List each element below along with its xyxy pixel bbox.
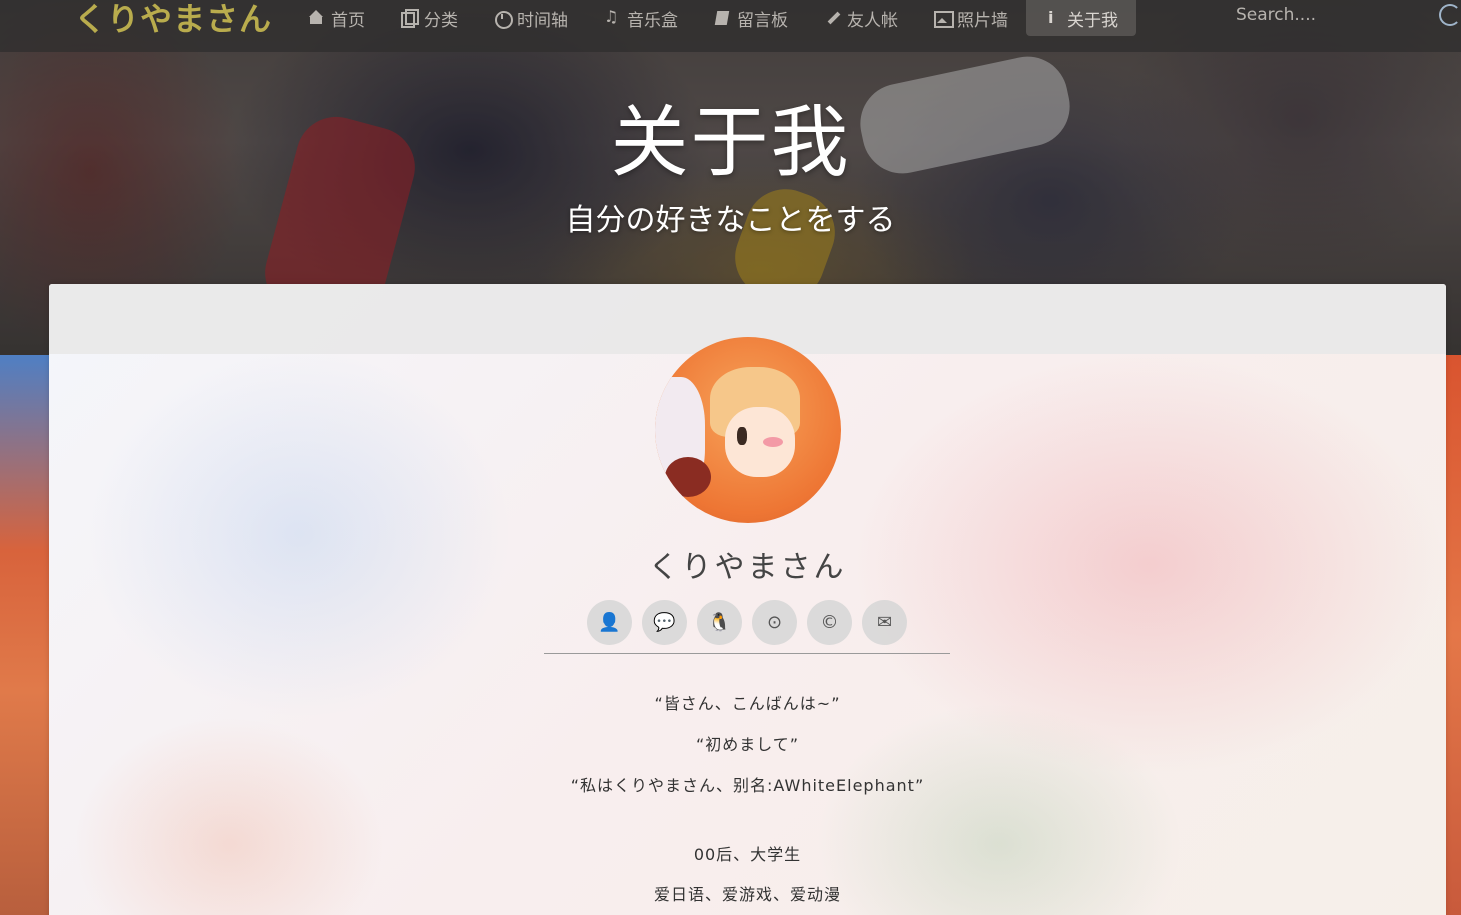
pencil-icon [824,10,840,26]
bio-greeting: “皆さん、こんばんは~” [654,694,841,713]
nav-item-about[interactable]: 关于我 [1026,0,1136,36]
profile-name: くりやまさん [648,550,847,585]
nav-item-friends[interactable]: 友人帐 [806,0,916,36]
background-artwork-right [1445,355,1461,915]
nav-menu: 首页 分类 时间轴 音乐盒 留言板 友人帐 照片墙 关于我 [290,0,1136,36]
nav-item-label: 照片墙 [957,10,1008,31]
bio-interests: 爱日语、爱游戏、爱动漫 [653,885,841,904]
page-title: 关于我 [610,98,851,188]
nav-item-label: 首页 [331,10,365,31]
nav-item-music[interactable]: 音乐盒 [586,0,696,36]
nav-item-label: 音乐盒 [627,10,678,31]
spinner-icon [1439,4,1461,26]
home-icon [308,10,324,26]
nav-item-categories[interactable]: 分类 [383,0,476,36]
nav-item-photos[interactable]: 照片墙 [916,0,1026,36]
github-icon[interactable]: ⊙ [752,600,797,645]
about-card: くりやまさん 👤 💬 🐧 ⊙ © ✉ “皆さん、こんばんは~” “初めまして” … [49,284,1446,915]
book-icon [714,10,730,26]
nav-item-timeline[interactable]: 时间轴 [476,0,586,36]
nav-item-label: 关于我 [1067,10,1118,31]
music-icon [604,7,620,26]
search-input[interactable] [1236,0,1436,30]
clock-icon [494,10,513,29]
copy-icon [401,9,419,28]
site-brand[interactable]: くりやまさん [74,0,272,40]
nav-item-home[interactable]: 首页 [290,0,383,36]
page-subtitle: 自分の好きなことをする [565,203,896,238]
copyright-icon[interactable]: © [807,600,852,645]
nav-item-label: 时间轴 [517,10,568,31]
avatar-art-blush [763,437,783,447]
top-navbar: くりやまさん 首页 分类 时间轴 音乐盒 留言板 友人帐 照片墙 [0,0,1461,52]
nav-item-guestbook[interactable]: 留言板 [696,0,806,36]
image-icon [934,10,954,28]
qq-icon[interactable]: 🐧 [697,600,742,645]
wechat-icon[interactable]: 💬 [642,600,687,645]
background-artwork-left [0,355,50,915]
user-icon[interactable]: 👤 [587,600,632,645]
nav-item-label: 友人帐 [847,10,898,31]
bio-name: “私はくりやまさん、别名:AWhiteElephant” [570,776,925,795]
avatar [655,337,841,523]
nav-item-label: 留言板 [737,10,788,31]
profile-divider [544,653,950,654]
mail-icon[interactable]: ✉ [862,600,907,645]
avatar-art-food [665,457,711,497]
social-links: 👤 💬 🐧 ⊙ © ✉ [587,600,907,645]
bio-age: 00后、大学生 [693,845,802,864]
nav-item-label: 分类 [424,10,458,31]
avatar-art-face [725,407,795,477]
avatar-art-eye [737,427,747,445]
info-icon [1044,8,1060,27]
bio-intro: “初めまして” [695,735,800,754]
